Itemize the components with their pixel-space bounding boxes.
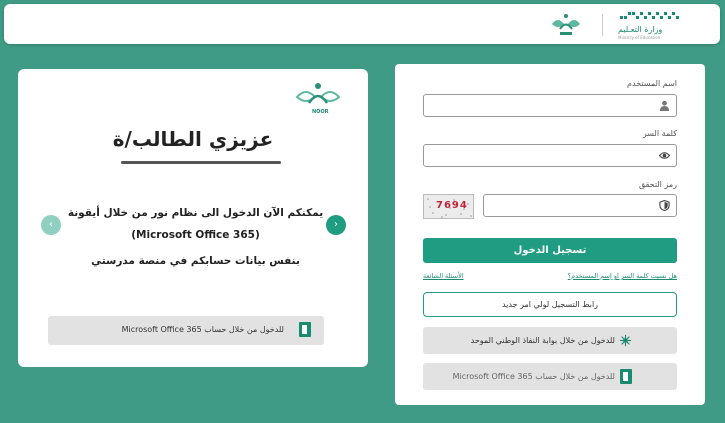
- password-input[interactable]: [424, 146, 676, 168]
- login-button[interactable]: تسجيل الدخول: [423, 238, 677, 263]
- office365-login-button[interactable]: للدخول من خلال حساب Microsoft Office 365: [423, 363, 677, 390]
- nafath-login-button[interactable]: للدخول من خلال بوابة النفاذ الوطني الموح…: [423, 327, 677, 354]
- username-input[interactable]: [424, 96, 676, 118]
- announcement-card: NOOR عزيزي الطالب/ة يمكنكم الآن الدخول ا…: [18, 69, 368, 367]
- captcha-field[interactable]: [483, 194, 677, 218]
- chevron-right-icon[interactable]: ›: [326, 215, 346, 235]
- forgot-password-link[interactable]: هل نسيت كلمة السر او إسم المستخدم؟: [568, 272, 677, 280]
- title-underline: [121, 161, 281, 164]
- faq-link[interactable]: الأسئلة الشائعة: [423, 272, 464, 280]
- greeting-title: عزيزي الطالب/ة: [112, 127, 274, 151]
- office365-login-button[interactable]: للدخول من خلال حساب Microsoft Office 365: [48, 316, 324, 345]
- password-field[interactable]: [423, 144, 677, 168]
- nafath-label: للدخول من خلال بوابة النفاذ الوطني الموح…: [470, 336, 615, 345]
- captcha-text: 7694: [436, 200, 468, 211]
- captcha-input[interactable]: [484, 196, 676, 218]
- noor-logo-text: NOOR: [312, 109, 329, 115]
- username-field[interactable]: [423, 94, 677, 118]
- header-divider: [602, 14, 603, 36]
- top-header: وزارة التعـليم Ministry of Education: [4, 4, 720, 44]
- nafath-icon: [619, 334, 632, 347]
- office365-label: للدخول من خلال حساب Microsoft Office 365: [121, 325, 284, 334]
- moe-logo: وزارة التعـليم Ministry of Education: [614, 9, 694, 40]
- office365-label: للدخول من خلال حساب Microsoft Office 365: [452, 372, 615, 381]
- login-card: اسم المستخدم كلمة السر رمز التحقق 7694 ت…: [395, 64, 705, 405]
- shield-icon: [659, 200, 670, 211]
- office-icon: [299, 322, 311, 337]
- user-icon: [659, 100, 670, 111]
- eye-icon[interactable]: [659, 150, 670, 161]
- office-icon: [620, 369, 632, 384]
- message-line-3: بنفس بيانات حسابكم في منصة مدرستي: [91, 255, 300, 267]
- noor-logo: [295, 83, 341, 104]
- moe-title: وزارة التعـليم: [618, 25, 663, 34]
- captcha-label: رمز التحقق: [638, 180, 677, 189]
- new-parent-register-button[interactable]: رابط التسجيل لولي امر جديد: [423, 292, 677, 317]
- message-line-1: يمكنكم الآن الدخول الى نظام نور من خلال …: [67, 207, 324, 219]
- moe-subtitle: Ministry of Education: [618, 35, 661, 40]
- chevron-left-icon[interactable]: ‹: [41, 215, 61, 235]
- username-label: اسم المستخدم: [627, 79, 677, 88]
- password-label: كلمة السر: [642, 129, 677, 138]
- noor-logo: [552, 14, 580, 35]
- message-line-2: (Microsoft Office 365): [131, 229, 260, 241]
- captcha-image: 7694: [423, 194, 474, 219]
